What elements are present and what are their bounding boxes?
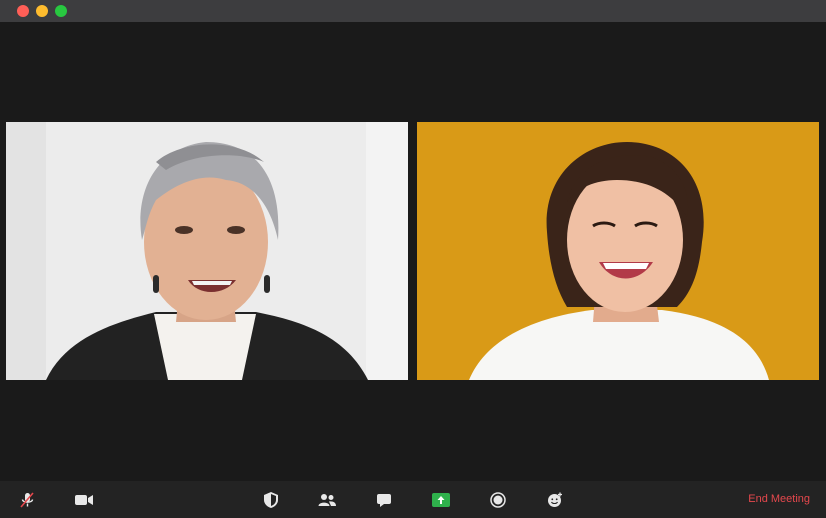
end-meeting-button[interactable]: End Meeting <box>748 493 810 505</box>
chat-icon <box>377 494 391 507</box>
record-icon <box>490 492 506 508</box>
meeting-toolbar: End Meeting <box>0 481 826 518</box>
reactions-icon <box>548 492 562 507</box>
share-screen-button[interactable] <box>431 490 451 510</box>
reactions-button[interactable] <box>545 490 565 510</box>
security-shield-icon <box>264 492 278 508</box>
participant-video-feed <box>417 122 819 380</box>
video-gallery <box>0 22 826 481</box>
window-titlebar <box>0 0 826 22</box>
zoom-window-button[interactable] <box>55 5 67 17</box>
security-button[interactable] <box>261 490 281 510</box>
record-button[interactable] <box>488 490 508 510</box>
participants-icon <box>318 494 336 506</box>
chat-button[interactable] <box>374 490 394 510</box>
microphone-muted-icon <box>20 492 34 508</box>
participant-video-tile[interactable] <box>417 122 819 380</box>
mute-microphone-button[interactable] <box>17 490 37 510</box>
minimize-window-button[interactable] <box>36 5 48 17</box>
participant-video-tile[interactable] <box>6 122 408 380</box>
close-window-button[interactable] <box>17 5 29 17</box>
share-screen-icon <box>432 493 450 507</box>
participant-video-feed <box>6 122 408 380</box>
video-icon <box>75 495 93 505</box>
video-toggle-button[interactable] <box>74 490 94 510</box>
participants-button[interactable] <box>317 490 337 510</box>
